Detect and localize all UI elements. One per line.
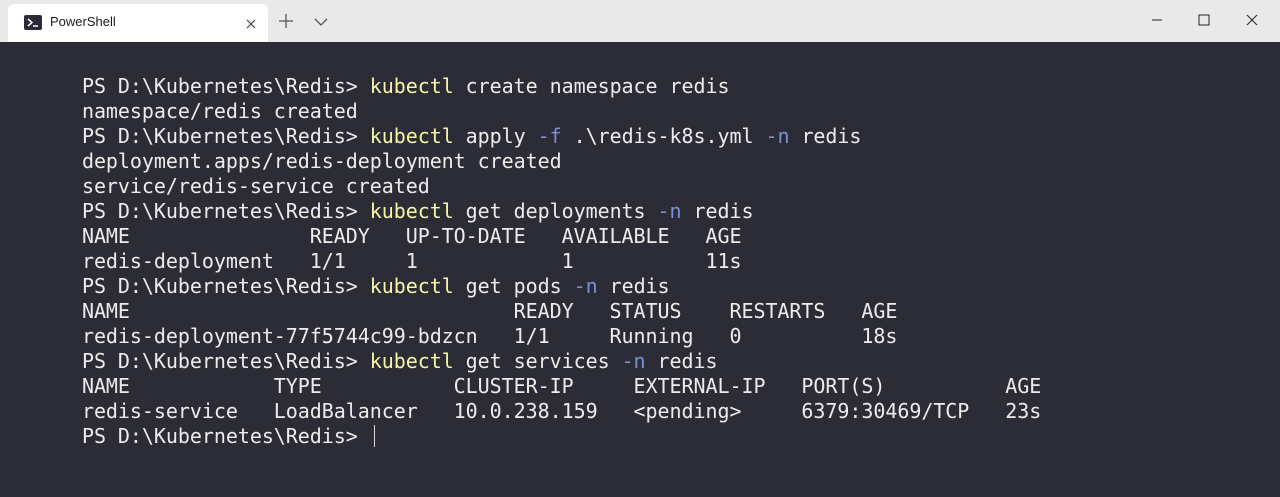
prompt: PS D:\Kubernetes\Redis>: [81, 424, 370, 448]
table-row: redis-deployment 1/1 1 1 11s: [10, 224, 742, 273]
minimize-button[interactable]: [1134, 0, 1180, 40]
prompt-line: PS D:\Kubernetes\Redis> kubectl create n…: [10, 49, 730, 98]
prompt-line: PS D:\Kubernetes\Redis> kubectl get serv…: [10, 324, 718, 373]
maximize-button[interactable]: [1181, 0, 1227, 40]
prompt-line: PS D:\Kubernetes\Redis> kubectl apply -f…: [10, 99, 862, 148]
minimize-icon: [1151, 11, 1163, 30]
table-header: NAME READY STATUS RESTARTS AGE: [10, 274, 897, 323]
output-line: service/redis-service created: [10, 149, 430, 198]
prompt-line: PS D:\Kubernetes\Redis> kubectl get pods…: [10, 249, 670, 298]
command-args: .\redis-k8s.yml: [561, 124, 766, 148]
table-header: NAME READY UP-TO-DATE AVAILABLE AGE: [10, 199, 742, 248]
tab-powershell[interactable]: PowerShell: [8, 4, 268, 42]
command-flag: -n: [765, 124, 790, 148]
prompt-line: PS D:\Kubernetes\Redis> kubectl get depl…: [10, 174, 754, 223]
tab-title: PowerShell: [50, 14, 116, 29]
table-row: redis-deployment-77f5744c99-bdzcn 1/1 Ru…: [10, 299, 897, 348]
powershell-icon: [24, 15, 42, 30]
chevron-down-icon[interactable]: [313, 14, 329, 28]
title-bar: PowerShell: [0, 0, 1280, 42]
text-cursor: [373, 425, 375, 447]
powershell-window: PowerShell PS D:\Kubernetes\Redis> kubec…: [0, 0, 1280, 497]
command-args: redis: [789, 124, 862, 148]
plus-icon[interactable]: [277, 12, 295, 30]
table-row: redis-service LoadBalancer 10.0.238.159 …: [10, 374, 1041, 423]
close-icon[interactable]: [244, 16, 258, 30]
output-line: namespace/redis created: [10, 74, 358, 123]
output-line: deployment.apps/redis-deployment created: [10, 124, 562, 173]
prompt-line[interactable]: PS D:\Kubernetes\Redis>: [10, 399, 375, 448]
command-keyword: kubectl: [369, 74, 454, 98]
close-window-button[interactable]: [1229, 0, 1275, 40]
terminal-output[interactable]: PS D:\Kubernetes\Redis> kubectl create n…: [0, 42, 1280, 497]
close-icon: [1246, 11, 1258, 30]
table-header: NAME TYPE CLUSTER-IP EXTERNAL-IP PORT(S)…: [10, 349, 1041, 398]
maximize-icon: [1198, 11, 1210, 30]
command-args: create namespace redis: [453, 74, 730, 98]
